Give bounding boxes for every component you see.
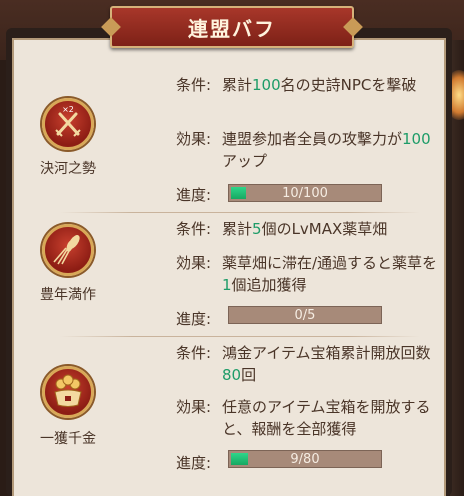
effect-value: 100 <box>402 130 431 148</box>
title-banner: 連盟バフ <box>110 6 354 48</box>
condition-count: 100 <box>252 76 281 94</box>
condition-text: 累計 <box>222 220 253 238</box>
effect-label: 効果: <box>176 398 212 416</box>
progress-bar: 10/100 <box>228 184 382 202</box>
effect-label: 効果: <box>176 130 212 148</box>
progress-bar: 9/80 <box>228 450 382 468</box>
condition-text: 個のLvMAX薬草畑 <box>261 220 388 238</box>
buff-effect: 効果: 連盟参加者全員の攻撃力が100 アップ <box>176 128 438 172</box>
buff-name: 豊年満作 <box>40 287 96 303</box>
divider <box>60 212 420 213</box>
condition-label: 条件: <box>176 220 212 238</box>
buff-condition: 条件: 鴻金アイテム宝箱累計開放回数 80回 <box>176 342 438 386</box>
svg-text:×2: ×2 <box>62 105 74 114</box>
progress-text: 9/80 <box>290 452 320 467</box>
effect-text: 薬草畑に滞在/通過すると薬草を <box>222 254 438 272</box>
progress-bar: 0/5 <box>228 306 382 324</box>
condition-label: 条件: <box>176 76 212 94</box>
effect-text: 連盟参加者全員の攻撃力が <box>222 130 403 148</box>
treasure-gold-icon[interactable] <box>42 366 94 418</box>
buff-effect: 効果: 薬草畑に滞在/通過すると薬草を 1個追加獲得 <box>176 252 438 296</box>
condition-text: 名の史詩NPCを撃破 <box>280 76 417 94</box>
buff-effect: 効果: 任意のアイテム宝箱を開放すると、報酬を全部獲得 <box>176 396 438 440</box>
buff-condition: 条件: 累計100名の史詩NPCを撃破 <box>176 74 438 96</box>
divider <box>60 336 420 337</box>
effect-text: 個追加獲得 <box>231 276 307 294</box>
page-title: 連盟バフ <box>188 16 276 41</box>
buff-name: 一獲千金 <box>40 431 96 447</box>
effect-value: 1 <box>222 276 232 294</box>
condition-label: 条件: <box>176 344 212 362</box>
condition-text: 回 <box>241 366 257 384</box>
condition-count: 80 <box>222 366 242 384</box>
condition-count: 5 <box>252 220 262 238</box>
progress-text: 0/5 <box>294 308 316 323</box>
crossed-swords-x2-icon[interactable]: ×2 <box>42 98 94 150</box>
progress-label: 進度: <box>176 310 212 328</box>
wheat-sheaf-icon[interactable] <box>42 224 94 276</box>
condition-text: 鴻金アイテム宝箱累計開放回数 <box>222 344 431 362</box>
progress-label: 進度: <box>176 454 212 472</box>
condition-text: 累計 <box>222 76 253 94</box>
buff-name: 決河之勢 <box>40 161 96 177</box>
effect-text: 任意のアイテム宝箱を開放すると、報酬を全部獲得 <box>222 398 431 438</box>
progress-label: 進度: <box>176 186 212 204</box>
progress-text: 10/100 <box>282 186 328 201</box>
effect-text: アップ <box>222 152 268 170</box>
effect-label: 効果: <box>176 254 212 272</box>
buff-condition: 条件: 累計5個のLvMAX薬草畑 <box>176 218 438 240</box>
